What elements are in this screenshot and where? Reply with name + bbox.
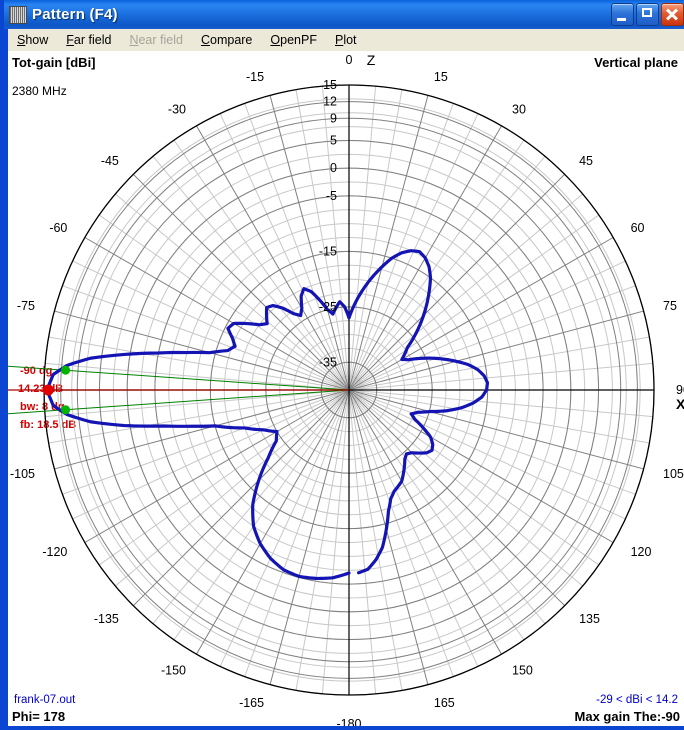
angular-tick-label: -30 [168, 102, 186, 116]
menu-item-plot[interactable]: Plot [326, 31, 366, 49]
angular-tick-label: 120 [631, 545, 652, 559]
angular-tick-label: 0 [346, 53, 353, 67]
radial-tick-label: 12 [323, 95, 337, 109]
radial-tick-label: -25 [319, 300, 337, 314]
menu-item-near-field: Near field [120, 31, 192, 49]
angular-tick-label: -180 [336, 717, 361, 726]
angular-tick-label: -135 [94, 612, 119, 626]
radial-tick-label: -5 [326, 189, 337, 203]
angular-tick-label: 165 [434, 696, 455, 710]
pattern-window: Pattern (F4) Show Far field Near field C… [0, 0, 684, 730]
half-power-marker [61, 366, 70, 375]
angular-tick-label: -105 [10, 467, 35, 481]
radial-tick-label: -15 [319, 244, 337, 258]
xy-axis-label: XY [676, 396, 684, 412]
radial-tick-label: 15 [323, 78, 337, 92]
angular-tick-label: 60 [631, 221, 645, 235]
angular-tick-label: 150 [512, 664, 533, 678]
app-icon [9, 6, 27, 24]
angular-tick-label: 135 [579, 612, 600, 626]
close-button[interactable] [661, 3, 684, 26]
menu-item-openpf[interactable]: OpenPF [261, 31, 326, 49]
radial-tick-label: 5 [330, 134, 337, 148]
menu-item-compare[interactable]: Compare [192, 31, 261, 49]
menu-item-show[interactable]: Show [8, 31, 57, 49]
angular-tick-label: -15 [246, 70, 264, 84]
angular-tick-label: -165 [239, 696, 264, 710]
angular-tick-label: -120 [42, 545, 67, 559]
title-bar: Pattern (F4) [4, 0, 684, 29]
menu-bar: Show Far field Near field Compare OpenPF… [8, 29, 684, 52]
angular-tick-label: 75 [663, 299, 677, 313]
angular-tick-label: -75 [17, 299, 35, 313]
maximize-button[interactable] [636, 3, 659, 26]
window-title: Pattern (F4) [32, 6, 118, 23]
radial-tick-label: -35 [319, 355, 337, 369]
angular-tick-label: -60 [49, 221, 67, 235]
angular-tick-label: -150 [161, 664, 186, 678]
minimize-button[interactable] [611, 3, 634, 26]
angular-tick-label: -45 [101, 154, 119, 168]
angular-tick-label: 30 [512, 102, 526, 116]
plot-canvas: Tot-gain [dBi] 2380 MHz Vertical plane f… [8, 51, 684, 726]
angular-tick-label: 90 [676, 383, 684, 397]
angular-tick-label: 45 [579, 154, 593, 168]
peak-marker [43, 385, 54, 396]
angular-tick-label: 15 [434, 70, 448, 84]
radial-tick-label: 0 [330, 161, 337, 175]
menu-item-far-field[interactable]: Far field [57, 31, 120, 49]
window-controls [611, 3, 684, 26]
z-axis-label: Z [367, 52, 376, 68]
radial-tick-label: 9 [330, 111, 337, 125]
half-power-marker [61, 405, 70, 414]
polar-plot-svg: 0153045607590105120135150165-180-165-150… [8, 51, 684, 726]
angular-tick-label: 105 [663, 467, 684, 481]
